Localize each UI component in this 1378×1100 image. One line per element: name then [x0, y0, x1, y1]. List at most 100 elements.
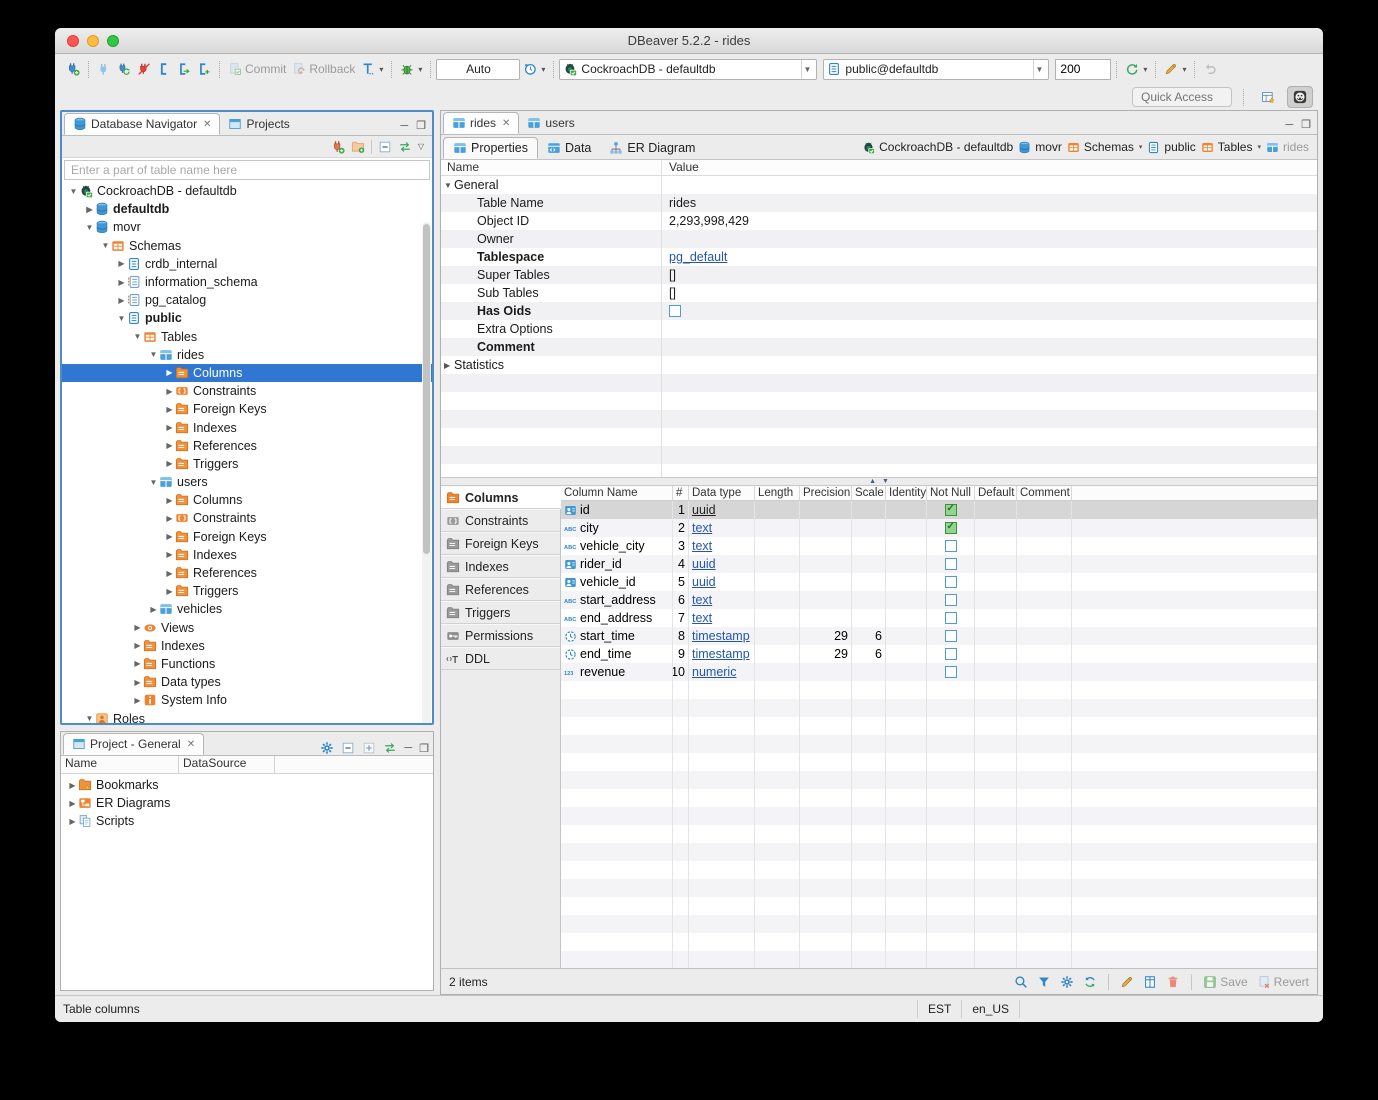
not-null-checkbox[interactable] [945, 594, 957, 606]
grid-column-header-precision[interactable]: Precision [800, 486, 852, 500]
tree-collapsed-icon[interactable]: ▶ [132, 659, 143, 668]
subtab-er-diagram[interactable]: ER Diagram [600, 137, 704, 159]
grid-column-header-column-name[interactable]: Column Name [561, 486, 673, 500]
tree-item-information-schema[interactable]: ▶information_schema [62, 273, 432, 291]
expand-all-icon[interactable] [362, 741, 376, 755]
tree-item-pg-catalog[interactable]: ▶pg_catalog [62, 291, 432, 309]
breadcrumb-rides[interactable]: rides [1266, 140, 1309, 154]
collapse-all-icon[interactable] [341, 741, 355, 755]
save-button[interactable]: Save [1203, 975, 1247, 989]
breadcrumb-public[interactable]: public [1147, 140, 1195, 154]
column-datatype-link[interactable]: text [692, 521, 712, 535]
tree-expanded-icon[interactable]: ▼ [148, 350, 159, 359]
tree-item-vehicles[interactable]: ▶vehicles [62, 600, 432, 618]
tree-item-triggers[interactable]: ▶Triggers [62, 455, 432, 473]
property-row-comment[interactable]: Comment [441, 338, 1317, 356]
breadcrumb-tables[interactable]: Tables▾ [1201, 140, 1261, 154]
column-row-vehicle_city[interactable]: ABCvehicle_city3text [561, 537, 1317, 555]
tree-item-crdb-internal[interactable]: ▶crdb_internal [62, 255, 432, 273]
edit-pencil-icon[interactable] [1120, 975, 1134, 989]
new-folder-icon[interactable] [351, 140, 365, 154]
settings-gear-icon[interactable] [1060, 975, 1074, 989]
close-icon[interactable]: ✕ [203, 119, 211, 130]
grid-column-header-length[interactable]: Length [755, 486, 800, 500]
minimize-panel-button[interactable]: ─ [1285, 120, 1293, 130]
tree-item-references[interactable]: ▶References [62, 564, 432, 582]
breadcrumb-cockroachdb-defaultdb[interactable]: CockroachDB - defaultdb [862, 140, 1013, 154]
sash-down-icon[interactable]: ▼ [882, 478, 889, 485]
has-oids-checkbox[interactable] [669, 305, 681, 317]
collapse-all-icon[interactable] [378, 140, 392, 154]
tree-item-foreign-keys[interactable]: ▶Foreign Keys [62, 400, 432, 418]
column-datatype-link[interactable]: uuid [692, 557, 716, 571]
detail-tab-indexes[interactable]: Indexes [441, 555, 560, 578]
tree-collapsed-icon[interactable]: ▶ [164, 405, 175, 414]
breadcrumb-schemas[interactable]: Schemas▾ [1067, 140, 1143, 154]
tree-collapsed-icon[interactable]: ▶ [116, 259, 127, 268]
delete-icon[interactable] [1166, 975, 1180, 989]
project-col-name[interactable]: Name [61, 756, 179, 773]
navigator-scrollbar[interactable] [422, 222, 431, 723]
tab-database-navigator[interactable]: Database Navigator ✕ [64, 113, 220, 135]
refresh-button[interactable]: ▾ [1122, 60, 1150, 78]
tree-expanded-icon[interactable]: ▼ [100, 241, 111, 250]
column-datatype-link[interactable]: numeric [692, 665, 736, 679]
link-editor-icon[interactable] [398, 140, 412, 154]
tree-collapsed-icon[interactable]: ▶ [132, 623, 143, 632]
commit-button[interactable]: Commit [225, 60, 289, 78]
tree-item-indexes[interactable]: ▶Indexes [62, 637, 432, 655]
property-row-sub-tables[interactable]: Sub Tables[] [441, 284, 1317, 302]
column-row-revenue[interactable]: 123revenue10numeric [561, 663, 1317, 681]
detail-tab-ddl[interactable]: DDL [441, 647, 560, 670]
tree-expanded-icon[interactable]: ▼ [84, 223, 95, 232]
edit-button[interactable]: ▾ [1161, 60, 1189, 78]
project-item-bookmarks[interactable]: ▶Bookmarks [61, 776, 433, 794]
detail-tab-references[interactable]: References [441, 578, 560, 601]
tree-collapsed-icon[interactable]: ▶ [164, 496, 175, 505]
chevron-down-icon[interactable]: ▾ [1139, 143, 1143, 151]
tree-item-triggers[interactable]: ▶Triggers [62, 582, 432, 600]
tree-item-constraints[interactable]: ▶Constraints [62, 382, 432, 400]
tree-collapsed-icon[interactable]: ▶ [132, 696, 143, 705]
property-row-statistics[interactable]: ▶Statistics [441, 356, 1317, 374]
tree-expanded-icon[interactable]: ▼ [148, 478, 159, 487]
column-datatype-link[interactable]: text [692, 611, 712, 625]
column-row-vehicle_id[interactable]: vehicle_id5uuid [561, 573, 1317, 591]
maximize-panel-button[interactable]: ❐ [419, 742, 429, 755]
tree-item-functions[interactable]: ▶Functions [62, 655, 432, 673]
detail-tab-triggers[interactable]: Triggers [441, 601, 560, 624]
open-perspective-button[interactable] [1255, 86, 1281, 108]
maximize-panel-button[interactable]: ❐ [1301, 120, 1311, 130]
property-value[interactable]: pg_default [669, 250, 727, 264]
grid-column-header-comment[interactable]: Comment [1017, 486, 1072, 500]
tree-item-schemas[interactable]: ▼Schemas [62, 237, 432, 255]
tree-collapsed-icon[interactable]: ▶ [148, 605, 159, 614]
undo-button[interactable] [1200, 60, 1220, 78]
tree-expanded-icon[interactable]: ▼ [116, 314, 127, 323]
not-null-checkbox[interactable] [945, 666, 957, 678]
sql-editor-button[interactable] [154, 60, 174, 78]
tree-collapsed-icon[interactable]: ▶ [164, 459, 175, 468]
schema-combo[interactable]: public@defaultdb ▼ [823, 59, 1049, 80]
tree-item-constraints[interactable]: ▶Constraints [62, 509, 432, 527]
tree-collapsed-icon[interactable]: ▶ [164, 514, 175, 523]
tree-collapsed-icon[interactable]: ▶ [132, 641, 143, 650]
tree-collapsed-icon[interactable]: ▶ [164, 587, 175, 596]
property-row-object-id[interactable]: Object ID2,293,998,429 [441, 212, 1317, 230]
not-null-checkbox[interactable] [945, 504, 957, 516]
commit-mode-combo[interactable]: Auto [436, 59, 520, 80]
tree-collapsed-icon[interactable]: ▶ [116, 296, 127, 305]
disconnect-button[interactable] [134, 60, 154, 78]
column-row-rider_id[interactable]: rider_id4uuid [561, 555, 1317, 573]
column-row-end_address[interactable]: ABCend_address7text [561, 609, 1317, 627]
gear-icon[interactable] [320, 741, 334, 755]
tree-item-columns[interactable]: ▶Columns [62, 364, 432, 382]
reconnect-button[interactable] [114, 60, 134, 78]
not-null-checkbox[interactable] [945, 612, 957, 624]
chevron-down-icon[interactable]: ▾ [1257, 143, 1261, 151]
project-item-scripts[interactable]: ▶Scripts [61, 812, 433, 830]
minimize-panel-button[interactable]: ─ [400, 121, 408, 131]
tree-expanded-icon[interactable]: ▼ [84, 714, 95, 723]
tree-expanded-icon[interactable]: ▼ [68, 187, 79, 196]
subtab-data[interactable]: Data [538, 137, 600, 159]
